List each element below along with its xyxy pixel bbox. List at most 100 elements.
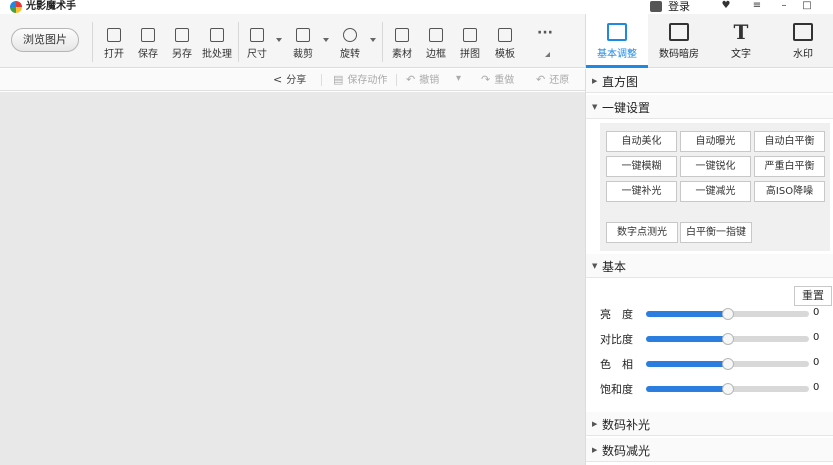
share-button[interactable]: < 分享 (273, 73, 306, 88)
user-icon[interactable] (650, 1, 662, 12)
reset-button[interactable]: 重置 (794, 286, 832, 306)
border-label: 边框 (426, 49, 446, 60)
one-click-sharpen-button[interactable]: 一键锐化 (680, 156, 751, 177)
collage-button[interactable]: 拼图 (453, 24, 487, 62)
login-link[interactable]: 登录 (668, 0, 690, 13)
one-click-blur-button[interactable]: 一键模糊 (606, 156, 677, 177)
material-button[interactable]: 素材 (385, 24, 419, 62)
one-click-section[interactable]: ▼ 一键设置 (586, 95, 833, 119)
minimize-button[interactable]: – (774, 0, 794, 13)
save-action-button[interactable]: ▤ 保存动作 (333, 73, 387, 88)
histogram-section[interactable]: ▶ 直方图 (586, 69, 833, 93)
brightness-slider-thumb[interactable] (721, 308, 734, 320)
saturation-value: 0 (813, 382, 820, 393)
one-click-reduce-light-button[interactable]: 一键减光 (680, 181, 751, 202)
border-icon (429, 28, 443, 42)
crop-icon (296, 28, 310, 42)
tab-watermark-label: 水印 (793, 49, 813, 60)
menu-button[interactable]: ≡ (747, 0, 767, 13)
saturation-slider-thumb[interactable] (721, 383, 734, 395)
restore-label: 还原 (549, 75, 570, 86)
material-icon (395, 28, 409, 42)
white-balance-one-finger-button[interactable]: 白平衡一指键 (680, 222, 752, 243)
maximize-button[interactable]: □ (797, 0, 817, 13)
redo-icon: ↷ (481, 73, 491, 86)
border-button[interactable]: 边框 (419, 24, 453, 62)
app-title: 光影魔术手 (26, 1, 76, 12)
auto-beautify-button[interactable]: 自动美化 (606, 131, 677, 152)
title-bar: 光影魔术手 登录 ♥ ≡ – □ (0, 0, 833, 14)
contrast-value: 0 (813, 332, 820, 343)
tab-basic-adjust[interactable]: 基本调整 (586, 14, 648, 68)
restore-icon: ↶ (536, 73, 546, 86)
undo-dropdown-arrow-icon[interactable]: ▾ (456, 72, 461, 86)
browse-images-button[interactable]: 浏览图片 (11, 28, 79, 52)
rotate-button[interactable]: 旋转 (333, 24, 367, 62)
resize-button[interactable]: 尺寸 (240, 24, 274, 62)
save-as-button[interactable]: 另存 (165, 24, 199, 62)
saturation-slider[interactable] (646, 383, 809, 395)
template-button[interactable]: 模板 (488, 24, 522, 62)
auto-exposure-button[interactable]: 自动曝光 (680, 131, 751, 152)
expand-arrow-icon: ▼ (592, 262, 598, 270)
contrast-slider-fill (646, 336, 728, 342)
basic-title: 基本 (602, 260, 627, 274)
open-label: 打开 (104, 49, 124, 60)
histogram-title: 直方图 (602, 75, 639, 89)
watermark-icon (793, 23, 813, 41)
brightness-slider-fill (646, 311, 728, 317)
fill-light-section[interactable]: ▶ 数码补光 (586, 412, 833, 436)
tab-watermark[interactable]: 水印 (772, 14, 833, 68)
save-as-icon (175, 28, 189, 42)
slider-label-contrast: 对比度 (600, 333, 633, 346)
expand-corner-icon[interactable] (545, 52, 550, 57)
batch-label: 批处理 (202, 49, 232, 60)
crop-dropdown-arrow-icon[interactable] (323, 38, 329, 42)
hue-slider-thumb[interactable] (721, 358, 734, 370)
save-action-icon: ▤ (333, 73, 344, 86)
undo-button[interactable]: ↶ 撤销 (406, 73, 439, 88)
reduce-light-title: 数码减光 (602, 444, 651, 458)
hue-slider[interactable] (646, 358, 809, 370)
rotate-dropdown-arrow-icon[interactable] (370, 38, 376, 42)
crop-label: 裁剪 (293, 49, 313, 60)
batch-button[interactable]: 批处理 (200, 24, 234, 62)
skin-button[interactable]: ♥ (716, 0, 736, 13)
adjust-panel: ▶ 直方图 ▼ 一键设置 ▼ 基本 ▶ 数码补光 ▶ 数码减光 (585, 69, 833, 465)
slider-label-saturation: 饱和度 (600, 383, 633, 396)
save-button[interactable]: 保存 (131, 24, 165, 62)
open-icon (107, 28, 121, 42)
tab-text[interactable]: T 文字 (710, 14, 772, 68)
tab-darkroom[interactable]: 数码暗房 (648, 14, 710, 68)
toolbar-divider (92, 22, 93, 62)
reduce-light-section[interactable]: ▶ 数码减光 (586, 438, 833, 462)
image-canvas[interactable] (0, 92, 585, 465)
text-icon: T (733, 20, 749, 44)
brightness-slider[interactable] (646, 308, 809, 320)
basic-section[interactable]: ▼ 基本 (586, 254, 833, 278)
contrast-slider[interactable] (646, 333, 809, 345)
redo-button[interactable]: ↷ 重做 (481, 73, 514, 88)
hue-slider-fill (646, 361, 728, 367)
darkroom-icon (669, 23, 689, 41)
contrast-slider-thumb[interactable] (721, 333, 734, 345)
basic-adjust-icon (607, 23, 627, 41)
digital-spot-metering-button[interactable]: 数字点测光 (606, 222, 678, 243)
undo-icon: ↶ (406, 73, 416, 86)
expand-arrow-icon: ▼ (592, 103, 598, 111)
save-label: 保存 (138, 49, 158, 60)
toolbar-divider (382, 22, 383, 62)
severe-white-balance-button[interactable]: 严重白平衡 (754, 156, 825, 177)
auto-white-balance-button[interactable]: 自动白平衡 (754, 131, 825, 152)
crop-button[interactable]: 裁剪 (286, 24, 320, 62)
high-iso-denoise-button[interactable]: 高ISO降噪 (754, 181, 825, 202)
action-divider (396, 74, 397, 86)
resize-dropdown-arrow-icon[interactable] (276, 38, 282, 42)
action-divider (321, 74, 322, 86)
more-icon: ··· (537, 25, 553, 41)
more-button[interactable]: ··· (527, 24, 561, 62)
one-click-fill-light-button[interactable]: 一键补光 (606, 181, 677, 202)
restore-button[interactable]: ↶ 还原 (536, 73, 569, 88)
open-button[interactable]: 打开 (97, 24, 131, 62)
main-toolbar: 浏览图片 打开 保存 另存 批处理 尺寸 裁剪 旋转 素材 边框 拼图 模板 ·… (0, 14, 585, 68)
